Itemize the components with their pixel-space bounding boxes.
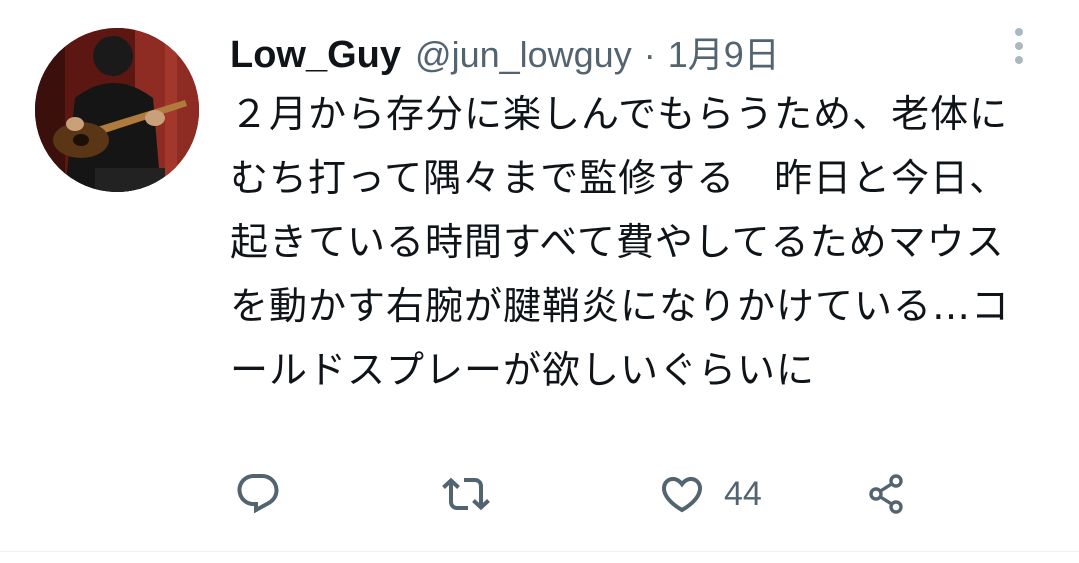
more-options-icon[interactable]: [1004, 26, 1034, 66]
tweet-text: ２月から存分に楽しんでもらうため、老体にむち打って隅々まで監修する 昨日と今日、…: [230, 92, 1011, 392]
like-button[interactable]: 44: [658, 466, 762, 522]
user-handle[interactable]: @jun_lowguy: [415, 34, 632, 76]
avatar-guitarist-image: [35, 28, 199, 192]
tweet-date[interactable]: 1月9日: [668, 26, 780, 78]
tweet-divider: [0, 551, 1079, 552]
tweet-actions: 44: [230, 466, 1010, 522]
avatar[interactable]: [35, 28, 199, 192]
like-count: 44: [724, 474, 762, 513]
reply-icon: [237, 474, 279, 514]
like-icon: [661, 477, 703, 513]
share-icon: [869, 474, 903, 514]
tweet[interactable]: Low_Guy @jun_lowguy · 1月9日 ２月から存分に楽しんでもら…: [0, 0, 1079, 563]
retweet-icon: [442, 477, 490, 511]
tweet-header: Low_Guy @jun_lowguy · 1月9日: [230, 26, 780, 76]
share-button[interactable]: [866, 466, 914, 522]
retweet-button[interactable]: [442, 466, 490, 522]
separator-dot: ·: [643, 34, 656, 75]
display-name[interactable]: Low_Guy: [230, 34, 401, 77]
reply-button[interactable]: [234, 466, 282, 522]
